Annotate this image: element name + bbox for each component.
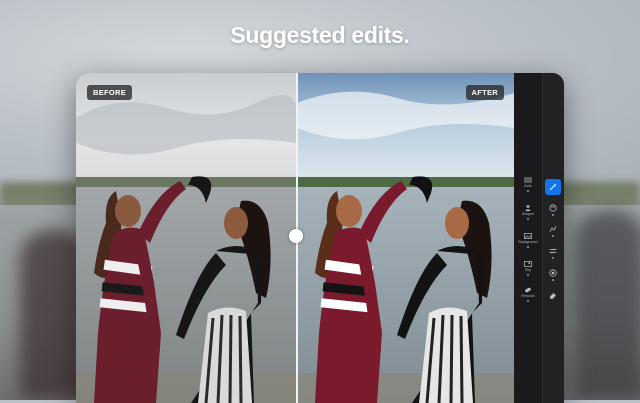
tool-background-dot [527,246,529,248]
person-icon [525,205,531,211]
tool-background[interactable]: Background [514,233,542,248]
tool-auto-label: Auto [524,184,532,188]
tool-sky-dot [527,274,529,276]
eraser-icon [550,293,556,299]
tool-curves[interactable] [542,225,564,237]
tool-eraser[interactable] [542,291,564,299]
landscape-icon [524,233,532,239]
compare-slider-handle[interactable] [289,229,303,243]
tool-curves-dot [552,235,554,237]
curves-icon [549,225,557,233]
before-badge: BEFORE [87,85,133,100]
tool-optics[interactable] [542,269,564,281]
background-figure-right [575,210,640,400]
tool-optics-dot [552,279,554,281]
tool-auto-dot [527,190,529,192]
tool-background-label: Background [518,240,538,244]
tool-suggested-edits[interactable] [542,179,564,195]
tool-suggested-edits-active-bg [545,179,561,195]
tool-adjust-dot [552,257,554,259]
before-photo-image [76,73,297,403]
sky-icon [524,261,532,267]
after-badge: AFTER [465,85,504,100]
before-photo: BEFORE [76,73,297,403]
tool-sky[interactable]: Sky [514,261,542,276]
tool-subject-dot [527,218,529,220]
after-photo-image [297,73,514,403]
sliders-auto-icon [524,177,532,183]
tool-retouch-dot [527,300,529,302]
tool-subject-label: Subject [522,212,534,216]
tool-subject[interactable]: Subject [514,205,542,220]
tool-color[interactable] [542,204,564,216]
tool-auto[interactable]: Auto [514,177,542,192]
tool-retouch[interactable]: Retouch [514,287,542,302]
edit-tools-panel: Auto Subject Background Sky Retouch [514,73,564,403]
adjust-sliders-icon [549,248,557,254]
tool-adjust[interactable] [542,247,564,259]
tool-retouch-label: Retouch [521,294,535,298]
headline: Suggested edits. [230,22,410,48]
lens-icon [549,269,557,277]
bandage-icon [525,287,531,293]
magic-wand-icon [549,183,557,191]
tool-sky-label: Sky [525,268,531,272]
tool-icons-column [542,73,564,403]
tablet-frame: BEFORE AFTER Auto Subject Background Sky… [76,73,564,403]
after-photo: AFTER [297,73,514,403]
tool-color-dot [552,214,554,216]
color-palette-icon [549,204,557,212]
